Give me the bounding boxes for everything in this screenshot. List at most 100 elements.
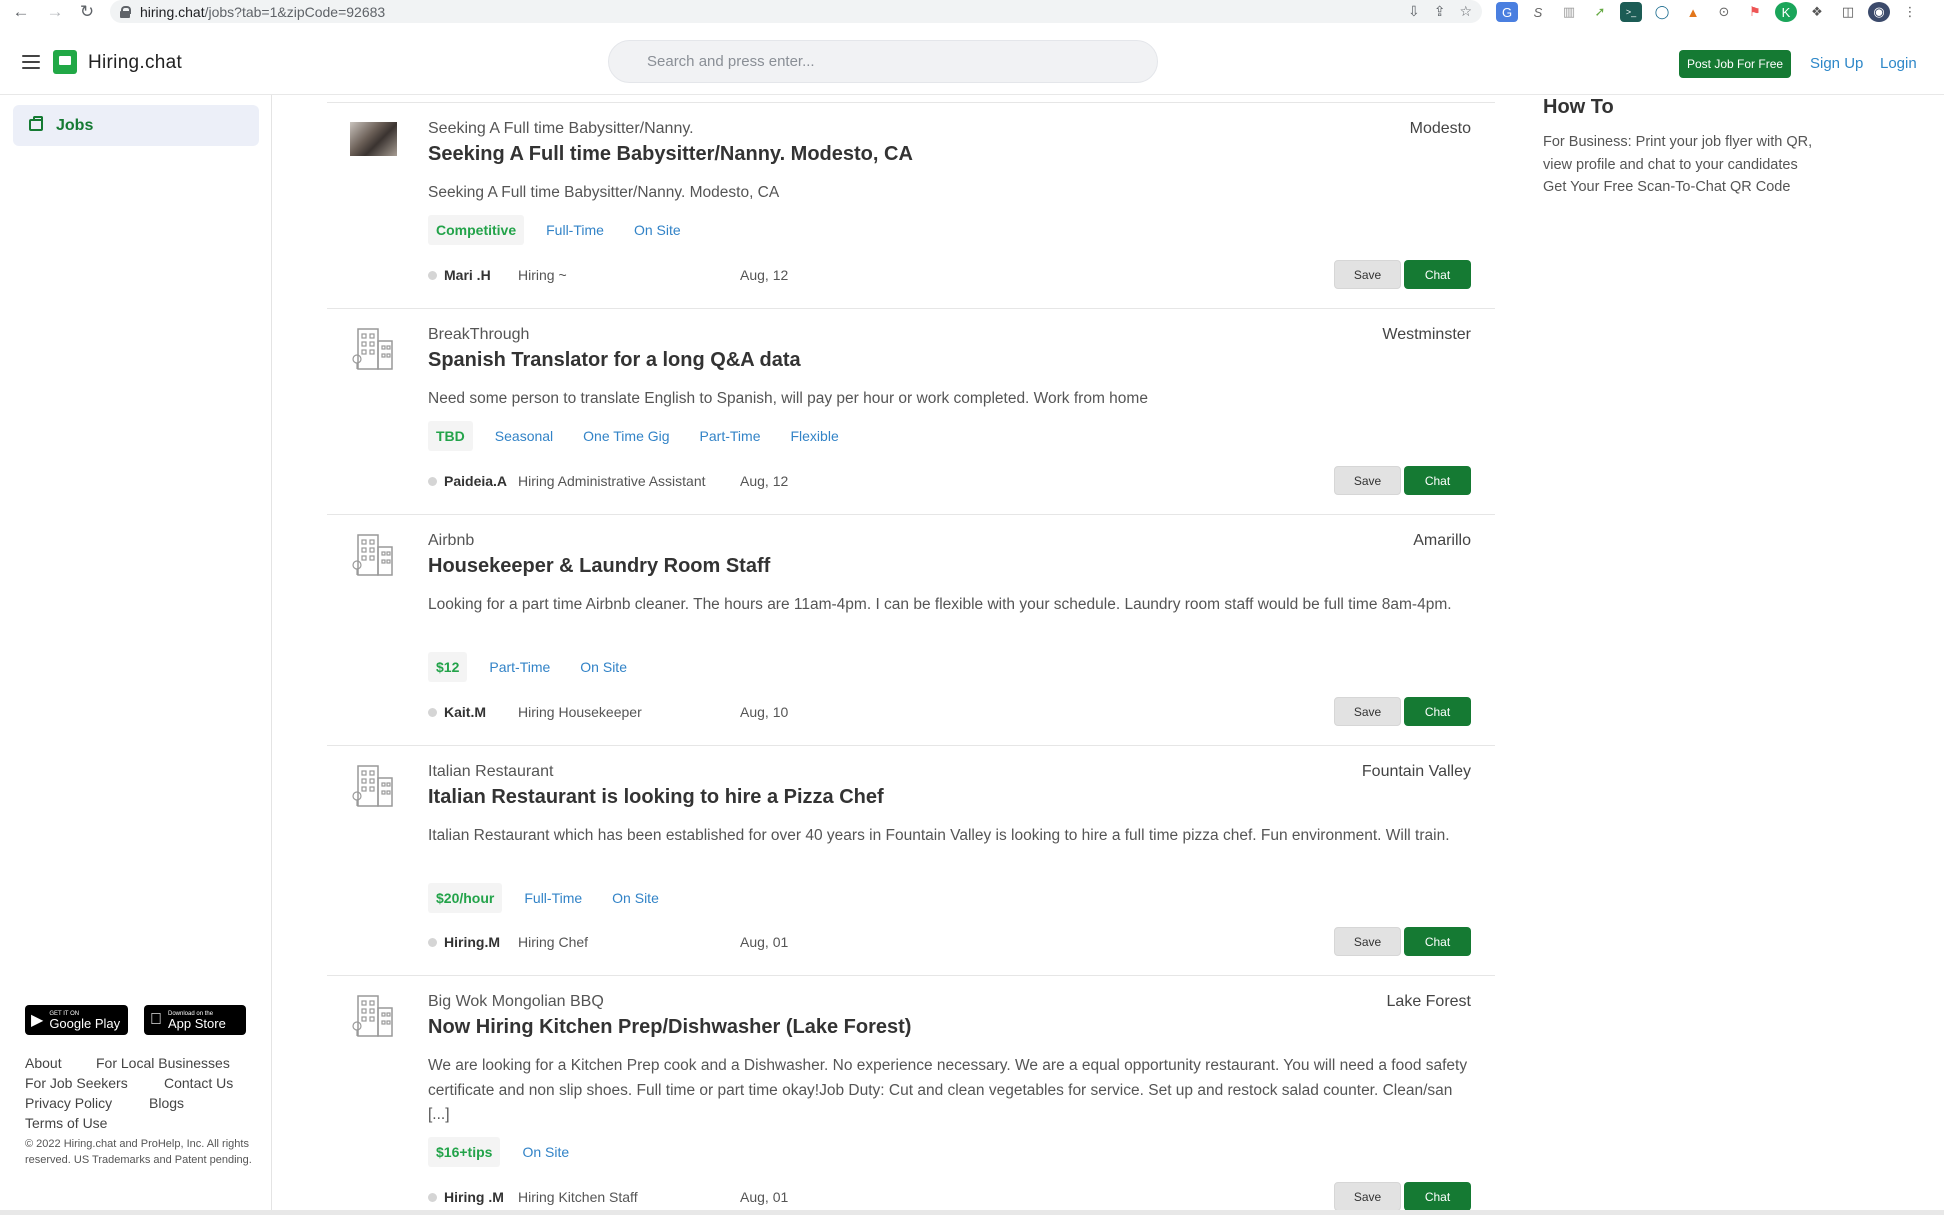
job-meta: Hiring.M Hiring Chef Aug, 01 bbox=[428, 934, 788, 950]
share-icon[interactable]: ⇪ bbox=[1434, 3, 1446, 20]
hamburger-icon[interactable] bbox=[22, 55, 40, 69]
browser-toolbar: ← → ↻ hiring.chat/jobs?tab=1&zipCode=926… bbox=[0, 0, 1944, 25]
footer-link-terms[interactable]: Terms of Use bbox=[25, 1115, 107, 1131]
job-tag[interactable]: Full-Time bbox=[524, 890, 582, 906]
install-icon[interactable]: ⇩ bbox=[1408, 3, 1420, 20]
job-description: Seeking A Full time Babysitter/Nanny. Mo… bbox=[428, 184, 780, 201]
google-play-icon: ▶ bbox=[31, 1012, 44, 1029]
save-button[interactable]: Save bbox=[1334, 1182, 1401, 1211]
job-title[interactable]: Italian Restaurant is looking to hire a … bbox=[428, 786, 884, 809]
profile-avatar-icon[interactable]: ◉ bbox=[1868, 2, 1890, 22]
translate-extension-icon[interactable]: G bbox=[1496, 2, 1518, 22]
job-title[interactable]: Spanish Translator for a long Q&A data bbox=[428, 349, 801, 372]
app-store-large-text: App Store bbox=[156, 1015, 226, 1031]
job-company: BreakThrough bbox=[428, 326, 530, 343]
status-dot bbox=[428, 707, 437, 717]
google-play-badge[interactable]: ▶ GET IT ON Google Play bbox=[25, 1005, 128, 1035]
job-tag[interactable]: Full-Time bbox=[546, 222, 604, 238]
footer-link-privacy[interactable]: Privacy Policy bbox=[25, 1095, 112, 1111]
forward-arrow-icon[interactable]: → bbox=[42, 1, 68, 23]
chart-extension-icon[interactable]: ➚ bbox=[1589, 2, 1611, 22]
app-store-badge[interactable]:  Download on theApp Store bbox=[144, 1005, 246, 1035]
url-host: hiring.chat bbox=[140, 3, 205, 20]
job-card[interactable]: Seeking A Full time Babysitter/Nanny. Mo… bbox=[327, 102, 1495, 308]
logo-chat-icon[interactable] bbox=[53, 50, 77, 74]
chat-button[interactable]: Chat bbox=[1404, 927, 1471, 956]
image-extension-icon[interactable]: ▥ bbox=[1558, 2, 1580, 22]
footer-link-blogs[interactable]: Blogs bbox=[149, 1095, 184, 1111]
job-meta: Hiring .M Hiring Kitchen Staff Aug, 01 bbox=[428, 1189, 788, 1205]
save-button[interactable]: Save bbox=[1334, 466, 1401, 495]
logo-text[interactable]: Hiring.chat bbox=[88, 52, 182, 74]
s-extension-icon[interactable]: S bbox=[1527, 2, 1549, 22]
job-tag[interactable]: On Site bbox=[580, 659, 627, 675]
job-poster[interactable]: Mari .H bbox=[444, 267, 518, 283]
chat-button[interactable]: Chat bbox=[1404, 1182, 1471, 1211]
terminal-extension-icon[interactable]: >_ bbox=[1620, 2, 1642, 22]
job-poster[interactable]: Hiring.M bbox=[444, 934, 518, 950]
job-tag[interactable]: One Time Gig bbox=[583, 428, 669, 444]
job-card[interactable]: Airbnb Amarillo Housekeeper & Laundry Ro… bbox=[327, 514, 1495, 745]
footer-link-about[interactable]: About bbox=[25, 1055, 62, 1071]
job-poster[interactable]: Hiring .M bbox=[444, 1189, 518, 1205]
job-tag[interactable]: Part-Time bbox=[700, 428, 761, 444]
save-button[interactable]: Save bbox=[1334, 927, 1401, 956]
job-poster[interactable]: Paideia.A bbox=[444, 473, 518, 489]
megaphone-extension-icon[interactable]: ⚑ bbox=[1744, 2, 1766, 22]
job-tag[interactable]: On Site bbox=[522, 1144, 569, 1160]
k-extension-icon[interactable]: K bbox=[1775, 2, 1797, 22]
job-actions: Save Chat bbox=[1334, 260, 1471, 289]
footer-link-contact[interactable]: Contact Us bbox=[164, 1075, 233, 1091]
job-tag[interactable]: Flexible bbox=[790, 428, 838, 444]
job-location: Amarillo bbox=[1413, 532, 1471, 549]
how-to-qr-link[interactable]: Get Your Free Scan-To-Chat QR Code bbox=[1543, 176, 1833, 199]
job-card[interactable]: Italian Restaurant Fountain Valley Itali… bbox=[327, 745, 1495, 975]
job-tag[interactable]: On Site bbox=[612, 890, 659, 906]
bookmark-star-icon[interactable]: ☆ bbox=[1459, 3, 1472, 20]
back-arrow-icon[interactable]: ← bbox=[8, 1, 34, 23]
kebab-menu-icon[interactable]: ⋮ bbox=[1899, 2, 1921, 22]
chat-bubble-extension-icon[interactable]: ◯ bbox=[1651, 2, 1673, 22]
chat-button[interactable]: Chat bbox=[1404, 466, 1471, 495]
job-tag[interactable]: On Site bbox=[634, 222, 681, 238]
job-title[interactable]: Housekeeper & Laundry Room Staff bbox=[428, 555, 770, 578]
save-button[interactable]: Save bbox=[1334, 260, 1401, 289]
chat-button[interactable]: Chat bbox=[1404, 697, 1471, 726]
job-meta: Paideia.A Hiring Administrative Assistan… bbox=[428, 473, 788, 489]
job-actions: Save Chat bbox=[1334, 466, 1471, 495]
job-tags: $12 Part-Time On Site bbox=[428, 652, 657, 682]
job-title[interactable]: Seeking A Full time Babysitter/Nanny. Mo… bbox=[428, 143, 913, 166]
job-card[interactable]: BreakThrough Westminster Spanish Transla… bbox=[327, 308, 1495, 514]
job-tag[interactable]: Seasonal bbox=[495, 428, 553, 444]
puzzle-extensions-icon[interactable]: ❖ bbox=[1806, 2, 1828, 22]
sidebar: Jobs ▶ GET IT ONGoogle Play  Download o… bbox=[0, 95, 272, 1210]
pay-badge: Competitive bbox=[428, 215, 525, 245]
login-link[interactable]: Login bbox=[1880, 55, 1917, 72]
fox-extension-icon[interactable]: ▲ bbox=[1682, 2, 1704, 22]
job-location: Westminster bbox=[1382, 326, 1471, 343]
footer-link-job-seekers[interactable]: For Job Seekers bbox=[25, 1075, 128, 1091]
chat-button[interactable]: Chat bbox=[1404, 260, 1471, 289]
building-icon bbox=[352, 995, 393, 1037]
how-to-heading: How To bbox=[1543, 96, 1614, 118]
job-poster[interactable]: Kait.M bbox=[444, 704, 518, 720]
address-bar[interactable]: hiring.chat/jobs?tab=1&zipCode=92683 ⇩ ⇪… bbox=[110, 0, 1482, 23]
extension-bar: G S ▥ ➚ >_ ◯ ▲ ⊙ ⚑ K ❖ ◫ ◉ ⋮ bbox=[1496, 2, 1921, 22]
job-role: Hiring Chef bbox=[518, 934, 589, 950]
search-input[interactable] bbox=[608, 40, 1158, 83]
how-to-business-text[interactable]: For Business: Print your job flyer with … bbox=[1543, 131, 1833, 176]
building-icon bbox=[352, 534, 393, 576]
job-description: We are looking for a Kitchen Prep cook a… bbox=[428, 1057, 1468, 1123]
job-card[interactable]: Big Wok Mongolian BBQ Lake Forest Now Hi… bbox=[327, 975, 1495, 1215]
reload-icon[interactable]: ↻ bbox=[74, 1, 100, 23]
job-tag[interactable]: Part-Time bbox=[489, 659, 550, 675]
sidebar-toggle-icon[interactable]: ◫ bbox=[1837, 2, 1859, 22]
post-job-button[interactable]: Post Job For Free bbox=[1679, 50, 1792, 78]
footer-link-local-businesses[interactable]: For Local Businesses bbox=[96, 1055, 230, 1071]
job-title[interactable]: Now Hiring Kitchen Prep/Dishwasher (Lake… bbox=[428, 1016, 911, 1039]
sign-up-link[interactable]: Sign Up bbox=[1810, 55, 1863, 72]
sidebar-item-jobs[interactable]: Jobs bbox=[13, 105, 259, 146]
building-icon bbox=[352, 328, 393, 370]
save-button[interactable]: Save bbox=[1334, 697, 1401, 726]
code-extension-icon[interactable]: ⊙ bbox=[1713, 2, 1735, 22]
